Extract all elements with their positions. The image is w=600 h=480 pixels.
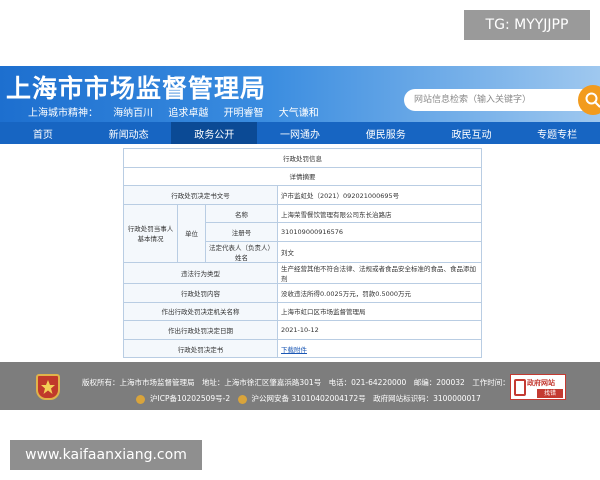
table-row: 详情摘要 xyxy=(123,166,482,187)
nav-topics[interactable]: 专题专栏 xyxy=(514,122,600,144)
search-icon xyxy=(585,92,600,108)
penalty-content-value: 没收违法所得0.0025万元，罚款0.5000万元 xyxy=(277,282,482,303)
city-spirit: 上海城市精神： 海纳百川 追求卓越 开明睿智 大气谦和 xyxy=(28,104,331,119)
footer-registration: 沪ICP备10202509号-2 沪公网安备 31010402004172号 政… xyxy=(136,393,486,404)
legal-rep-value: 刘文 xyxy=(277,240,482,263)
gov-site-error-badge[interactable]: 政府网站 找错 xyxy=(510,374,566,400)
table-row: 违法行为类型 生产经营其他不符合法律、法规或者食品安全标准的食品、食品添加剂 xyxy=(123,261,482,284)
icp-link[interactable]: 沪ICP备10202509号-2 xyxy=(150,394,230,403)
table-subtitle: 详情摘要 xyxy=(123,166,482,187)
name-label: 名称 xyxy=(205,203,278,224)
document-cell: 下载附件 xyxy=(277,338,482,359)
star-icon xyxy=(41,380,55,394)
spirit-label: 上海城市精神： xyxy=(28,108,98,119)
footer-info: 版权所有：上海市市场监督管理局 地址：上海市徐汇区肇嘉浜路301号 电话：021… xyxy=(82,377,556,388)
decision-no-value: 沪市监虹处（2021）092021000695号 xyxy=(277,185,482,205)
footer-copyright: 版权所有：上海市市场监督管理局 xyxy=(82,378,195,387)
download-attachment-link[interactable]: 下载附件 xyxy=(281,346,307,354)
date-label: 作出行政处罚决定日期 xyxy=(123,320,278,340)
party-label: 行政处罚当事人基本情况 xyxy=(123,203,178,263)
police-badge-icon xyxy=(237,394,247,404)
tg-overlay-label: TG: MYYJJPP xyxy=(464,10,590,40)
spirit-item: 大气谦和 xyxy=(278,108,319,119)
nav-news[interactable]: 新闻动态 xyxy=(86,122,172,144)
gov-badge-report: 找错 xyxy=(537,389,563,398)
authority-label: 作出行政处罚决定机关名称 xyxy=(123,301,278,322)
footer-address: 地址：上海市徐汇区肇嘉浜路301号 xyxy=(201,378,322,387)
footer-phone: 电话：021-64220000 xyxy=(328,378,407,387)
penalty-info-table: 行政处罚信息 详情摘要 行政处罚决定书文号 沪市监虹处（2021）0920210… xyxy=(123,148,482,359)
site-code: 政府网站标识码：3100000017 xyxy=(373,394,481,403)
main-nav: 首页 新闻动态 政务公开 一网通办 便民服务 政民互动 专题专栏 xyxy=(0,122,600,144)
table-row: 行政处罚决定书文号 沪市监虹处（2021）092021000695号 xyxy=(123,185,482,205)
table-row: 行政处罚当事人基本情况 单位 名称 上海荣雪餐饮管理有限公司东长治路店 xyxy=(123,203,482,263)
table-row: 行政处罚信息 xyxy=(123,148,482,168)
spirit-item: 海纳百川 xyxy=(113,108,154,119)
reg-value: 310109000916576 xyxy=(277,222,482,242)
nav-online-services[interactable]: 一网通办 xyxy=(257,122,343,144)
footer-postcode: 邮编：200032 xyxy=(413,378,465,387)
table-row: 作出行政处罚决定日期 2021-10-12 xyxy=(123,320,482,340)
emblem-icon[interactable] xyxy=(36,374,60,400)
table-title: 行政处罚信息 xyxy=(123,148,482,168)
decision-no-label: 行政处罚决定书文号 xyxy=(123,185,278,205)
table-row: 作出行政处罚决定机关名称 上海市虹口区市场监督管理局 xyxy=(123,301,482,322)
legal-rep-label: 法定代表人（负责人）姓名 xyxy=(205,240,278,263)
spirit-item: 开明睿智 xyxy=(223,108,264,119)
gov-badge-title: 政府网站 xyxy=(527,379,555,387)
unit-label: 单位 xyxy=(177,203,206,263)
nav-gov-affairs[interactable]: 政务公开 xyxy=(171,122,258,144)
table-row: 行政处罚内容 没收违法所得0.0025万元，罚款0.5000万元 xyxy=(123,282,482,303)
nav-interaction[interactable]: 政民互动 xyxy=(429,122,515,144)
nav-home[interactable]: 首页 xyxy=(0,122,86,144)
table-row: 行政处罚决定书 下载附件 xyxy=(123,338,482,359)
violation-type-label: 违法行为类型 xyxy=(123,261,278,284)
nav-public-services[interactable]: 便民服务 xyxy=(343,122,429,144)
site-footer: 版权所有：上海市市场监督管理局 地址：上海市徐汇区肇嘉浜路301号 电话：021… xyxy=(0,362,600,410)
spirit-item: 追求卓越 xyxy=(168,108,209,119)
date-value: 2021-10-12 xyxy=(277,320,482,340)
police-record-link[interactable]: 沪公网安备 31010402004172号 xyxy=(252,394,366,403)
document-label: 行政处罚决定书 xyxy=(123,338,278,359)
watermark-label: www.kaifaanxiang.com xyxy=(10,440,202,470)
gov-badge-icon xyxy=(514,379,526,396)
authority-value: 上海市虹口区市场监督管理局 xyxy=(277,301,482,322)
search-input[interactable]: 网站信息检索（输入关键字） xyxy=(404,89,586,111)
icp-icon xyxy=(136,394,145,404)
violation-type-value: 生产经营其他不符合法律、法规或者食品安全标准的食品、食品添加剂 xyxy=(277,261,482,284)
search-button[interactable] xyxy=(578,85,600,115)
site-header: 上海市市场监督管理局 上海城市精神： 海纳百川 追求卓越 开明睿智 大气谦和 网… xyxy=(0,66,600,122)
site-title[interactable]: 上海市市场监督管理局 xyxy=(6,69,266,105)
name-value: 上海荣雪餐饮管理有限公司东长治路店 xyxy=(277,203,482,224)
penalty-content-label: 行政处罚内容 xyxy=(123,282,278,303)
reg-label: 注册号 xyxy=(205,222,278,242)
